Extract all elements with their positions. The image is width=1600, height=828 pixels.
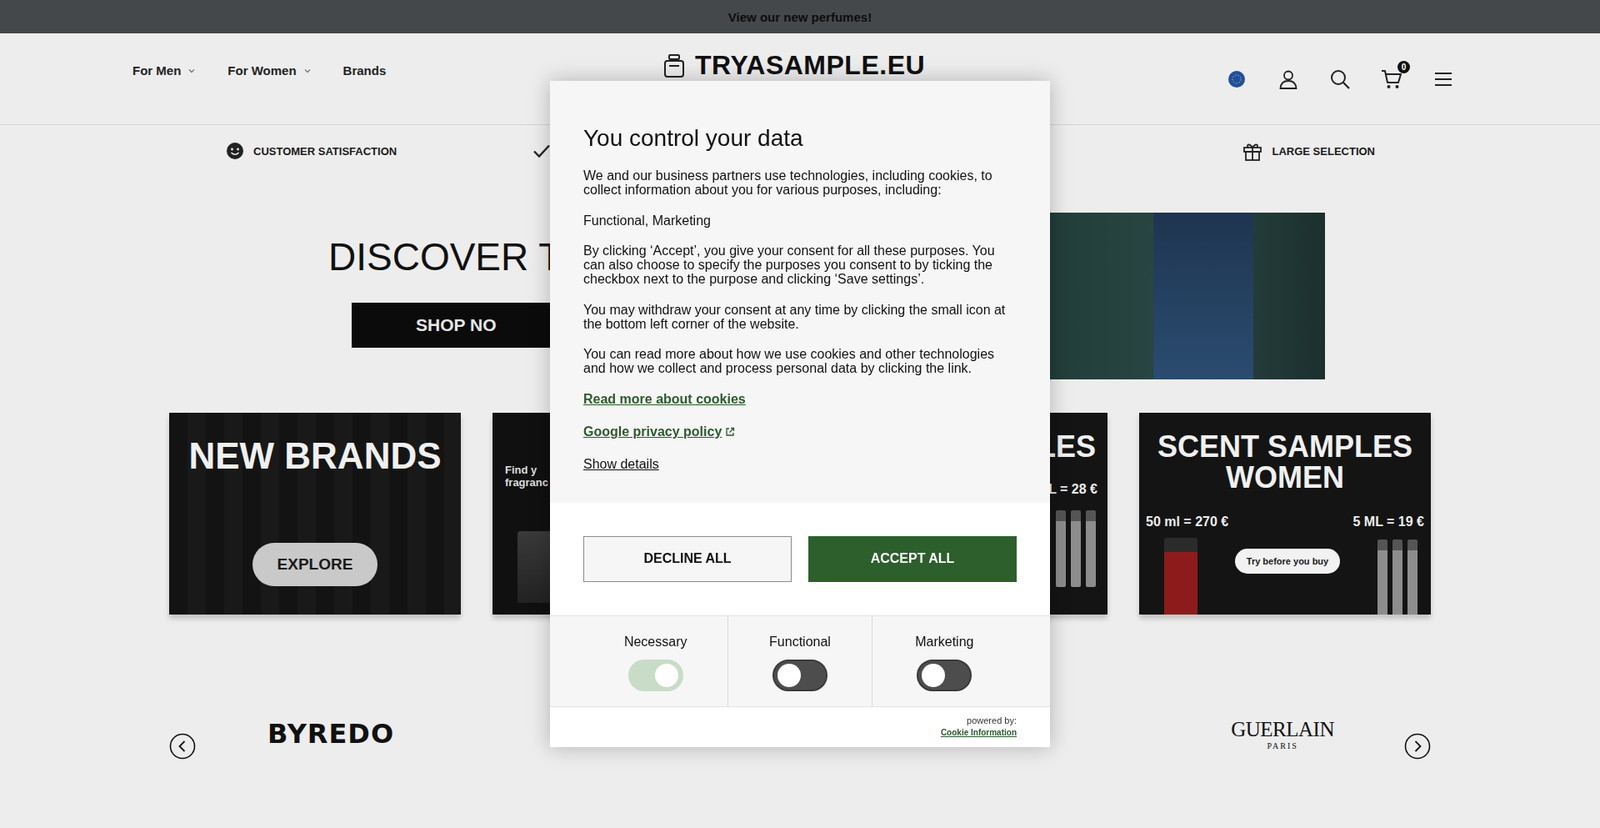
smiley-icon — [225, 140, 245, 161]
globe-icon[interactable] — [1225, 68, 1248, 90]
brand-logo[interactable]: BYREDO — [267, 717, 395, 750]
consent-link[interactable]: Show details — [583, 455, 1017, 472]
usp-item: CUSTOMER SATISFACTION — [225, 140, 513, 161]
site-logo[interactable]: TRYASAMPLE.EU — [661, 50, 925, 81]
try-button[interactable]: Try before you buy — [1235, 548, 1340, 574]
card-title: NEW BRANDS — [188, 437, 441, 475]
search-icon[interactable] — [1329, 68, 1351, 90]
consent-footer: powered by:Cookie Information — [550, 705, 1050, 747]
nav-item[interactable]: Brands — [343, 63, 387, 78]
consent-text: You control your data We and our business… — [550, 80, 1050, 502]
chevron-down-icon — [187, 66, 196, 75]
consent-buttons: DECLINE ALL ACCEPT ALL — [550, 502, 1050, 615]
consent-paragraph: You may withdraw your consent at any tim… — [583, 303, 1017, 332]
check-icon — [531, 140, 552, 161]
usp-item: LARGE SELECTION — [1241, 140, 1375, 162]
external-link-icon — [725, 426, 735, 437]
consent-paragraph: We and our business partners use technol… — [583, 169, 1017, 198]
consent-paragraph: You can read more about how we use cooki… — [583, 347, 1017, 376]
page: View our new perfumes! For Men For Women Br… — [0, 0, 1600, 828]
consent-button[interactable]: ACCEPT ALL — [808, 535, 1017, 582]
bottle-picture — [1164, 537, 1198, 615]
consent-link[interactable]: Google privacy policy — [583, 423, 1017, 440]
consent-link[interactable]: Read more about cookies — [583, 390, 1017, 407]
perfume-bottle-icon — [661, 53, 687, 79]
arrow-left-icon[interactable] — [169, 732, 196, 760]
user-icon[interactable] — [1277, 68, 1300, 90]
category-toggle — [628, 659, 684, 691]
dialog-title: You control your data — [583, 124, 1017, 153]
arrow-right-icon[interactable] — [1404, 732, 1431, 760]
gift-icon — [1241, 140, 1264, 162]
chevron-down-icon — [303, 66, 312, 75]
cookie-consent-dialog: You control your data We and our business… — [550, 80, 1050, 746]
consent-button[interactable]: DECLINE ALL — [583, 535, 792, 582]
consent-category: Marketing — [872, 615, 1017, 706]
provider-link[interactable]: Cookie Information — [940, 727, 1017, 737]
main-nav: For Men For Women Brands — [132, 63, 662, 78]
card-prices: 50 ml = 270 €5 ML = 19 € — [1139, 492, 1431, 530]
bottle-picture — [517, 530, 555, 603]
cart-button[interactable]: 0 — [1380, 68, 1403, 90]
brand-logo[interactable]: GUERLAINPARIS — [1230, 717, 1335, 750]
perfume-bottle-picture — [1153, 212, 1254, 380]
category-toggle[interactable] — [916, 659, 972, 691]
menu-icon[interactable] — [1432, 68, 1455, 90]
consent-category: Necessary — [583, 615, 728, 706]
card-title: SCENT SAMPLES WOMEN — [1139, 412, 1431, 493]
vials-picture — [1377, 539, 1418, 615]
category-card[interactable]: NEW BRANDS EXPLORE — [169, 412, 461, 615]
announcement-bar[interactable]: View our new perfumes! — [0, 0, 1600, 34]
consent-category: Functional — [727, 615, 872, 706]
nav-item[interactable]: For Men — [132, 63, 196, 78]
modal-overlay: You control your data We and our business… — [0, 0, 1600, 828]
consent-categories: NecessaryFunctionalMarketing — [550, 615, 1050, 706]
header-tools: 0 — [1225, 68, 1455, 90]
consent-links: Read more about cookies Google privacy po… — [583, 390, 1017, 473]
cart-count-badge: 0 — [1397, 60, 1410, 74]
category-toggle[interactable] — [772, 659, 828, 691]
explore-button[interactable]: EXPLORE — [252, 542, 378, 586]
consent-paragraph: By clicking ‘Accept’, you give your cons… — [583, 244, 1017, 286]
nav-item[interactable]: For Women — [227, 63, 311, 78]
card-products: Try before you buy — [1139, 529, 1431, 615]
consent-paragraph: Functional, Marketing — [583, 214, 1017, 229]
category-card[interactable]: SCENT SAMPLES WOMEN50 ml = 270 €5 ML = 1… — [1139, 412, 1431, 615]
